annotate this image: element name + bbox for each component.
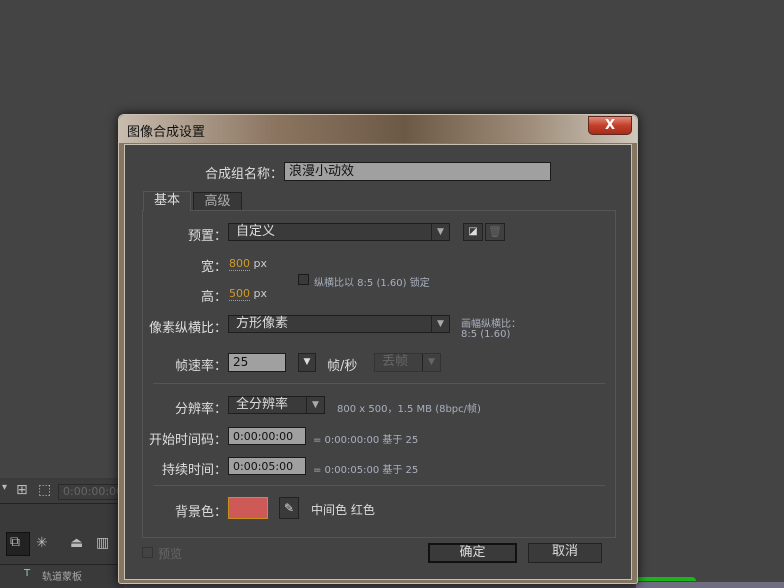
height-label: 高：: [200, 290, 227, 305]
frame-aspect-value: 8:5 (1.60): [461, 329, 511, 340]
width-label: 宽：: [200, 260, 227, 275]
start-timecode-input[interactable]: 0:00:00:00: [228, 427, 306, 445]
preset-value: 自定义: [236, 224, 276, 239]
tab-advanced[interactable]: 高级: [193, 192, 242, 211]
bottom-edge: [636, 582, 784, 588]
preview-label: 预览: [158, 547, 183, 561]
resolution-dropdown[interactable]: 全分辨率 ▼: [228, 396, 325, 414]
bg-color-label: 背景色：: [174, 505, 227, 520]
delete-preset-icon[interactable]: 🗑: [485, 223, 505, 241]
lock-aspect-label: 纵横比以 8:5 (1.60) 锁定: [314, 278, 430, 289]
tab-content: 预置： 自定义 ▼ ◪ 🗑 宽： 800 px 纵横比以 8:5 (1.60) 锁…: [142, 210, 616, 538]
composition-icon[interactable]: ⧉: [6, 532, 30, 556]
duration-input[interactable]: 0:00:05:00: [228, 457, 306, 475]
cancel-button[interactable]: 取消: [528, 543, 602, 563]
frame-rate-label: 帧速率：: [174, 359, 227, 374]
timecode-field[interactable]: 0:00:00:00: [58, 484, 122, 500]
eyedropper-icon[interactable]: ✎: [279, 497, 299, 519]
pixel-aspect-value: 方形像素: [236, 316, 289, 331]
start-timecode-label: 开始时间码：: [148, 433, 227, 448]
chevron-down-icon: ▼: [422, 354, 440, 371]
dialog-body: 合成组名称： 浪漫小动效 基本 高级 预置： 自定义 ▼ ◪ 🗑 宽： 800 p…: [124, 144, 632, 580]
frame-rate-dropdown-button[interactable]: ▼: [298, 353, 316, 372]
chevron-down-icon: ▼: [306, 397, 324, 413]
save-preset-icon[interactable]: ◪: [463, 223, 483, 241]
dialog-title: 图像合成设置: [127, 125, 206, 140]
frame-aspect-label: 画幅纵横比：: [461, 319, 521, 330]
track-header: T 轨道蒙板: [0, 564, 122, 583]
preset-dropdown[interactable]: 自定义 ▼: [228, 223, 450, 241]
divider: [153, 383, 605, 384]
width-value[interactable]: 800: [229, 257, 250, 271]
dropdown-arrow-icon[interactable]: ▾: [2, 482, 7, 493]
preview-checkbox[interactable]: [142, 547, 153, 558]
drop-frame-value: 丢帧: [382, 354, 409, 369]
composition-settings-dialog: 图像合成设置 X 合成组名称： 浪漫小动效 基本 高级 预置： 自定义 ▼ ◪ 🗑…: [118, 114, 638, 584]
bg-color-name: 中间色 红色: [311, 503, 375, 517]
tab-basic[interactable]: 基本: [143, 191, 191, 211]
solid-icon[interactable]: ⏏: [70, 535, 83, 551]
divider: [153, 485, 605, 486]
duration-info: = 0:00:05:00 基于 25: [313, 465, 419, 476]
resolution-value: 全分辨率: [236, 397, 289, 412]
grid-icon[interactable]: ⊞: [16, 482, 28, 498]
lock-aspect-checkbox[interactable]: [298, 274, 309, 285]
ok-button[interactable]: 确定: [428, 543, 517, 563]
resolution-label: 分辨率：: [174, 402, 227, 417]
viewer-toolbar: ▾ ⊞ ⬚ 0:00:00:00: [0, 480, 122, 504]
light-cube-icon[interactable]: ✳: [36, 535, 48, 551]
comp-name-label: 合成组名称：: [204, 167, 283, 182]
chevron-down-icon: ▼: [431, 316, 449, 332]
region-icon[interactable]: ⬚: [38, 482, 51, 498]
chevron-down-icon: ▼: [431, 224, 449, 240]
width-unit: px: [253, 257, 268, 270]
track-matte-label: 轨道蒙板: [42, 572, 82, 583]
film-icon[interactable]: ▥: [96, 535, 109, 551]
start-timecode-info: = 0:00:00:00 基于 25: [313, 435, 419, 446]
bg-color-swatch[interactable]: [228, 497, 268, 519]
drop-frame-dropdown[interactable]: 丢帧 ▼: [374, 353, 441, 372]
duration-label: 持续时间：: [161, 463, 227, 478]
frame-rate-input[interactable]: 25: [228, 353, 286, 372]
pixel-aspect-dropdown[interactable]: 方形像素 ▼: [228, 315, 450, 333]
text-icon: T: [24, 568, 31, 579]
pixel-aspect-label: 像素纵横比：: [148, 321, 227, 336]
frame-rate-unit: 帧/秒: [327, 359, 358, 374]
close-button[interactable]: X: [588, 116, 632, 135]
title-bar[interactable]: 图像合成设置: [119, 115, 637, 143]
preset-label: 预置：: [187, 229, 227, 244]
resolution-info: 800 x 500，1.5 MB (8bpc/帧): [337, 404, 481, 415]
height-unit: px: [253, 287, 268, 300]
height-value[interactable]: 500: [229, 287, 250, 301]
comp-name-input[interactable]: 浪漫小动效: [284, 162, 551, 181]
green-bar: [636, 577, 696, 581]
